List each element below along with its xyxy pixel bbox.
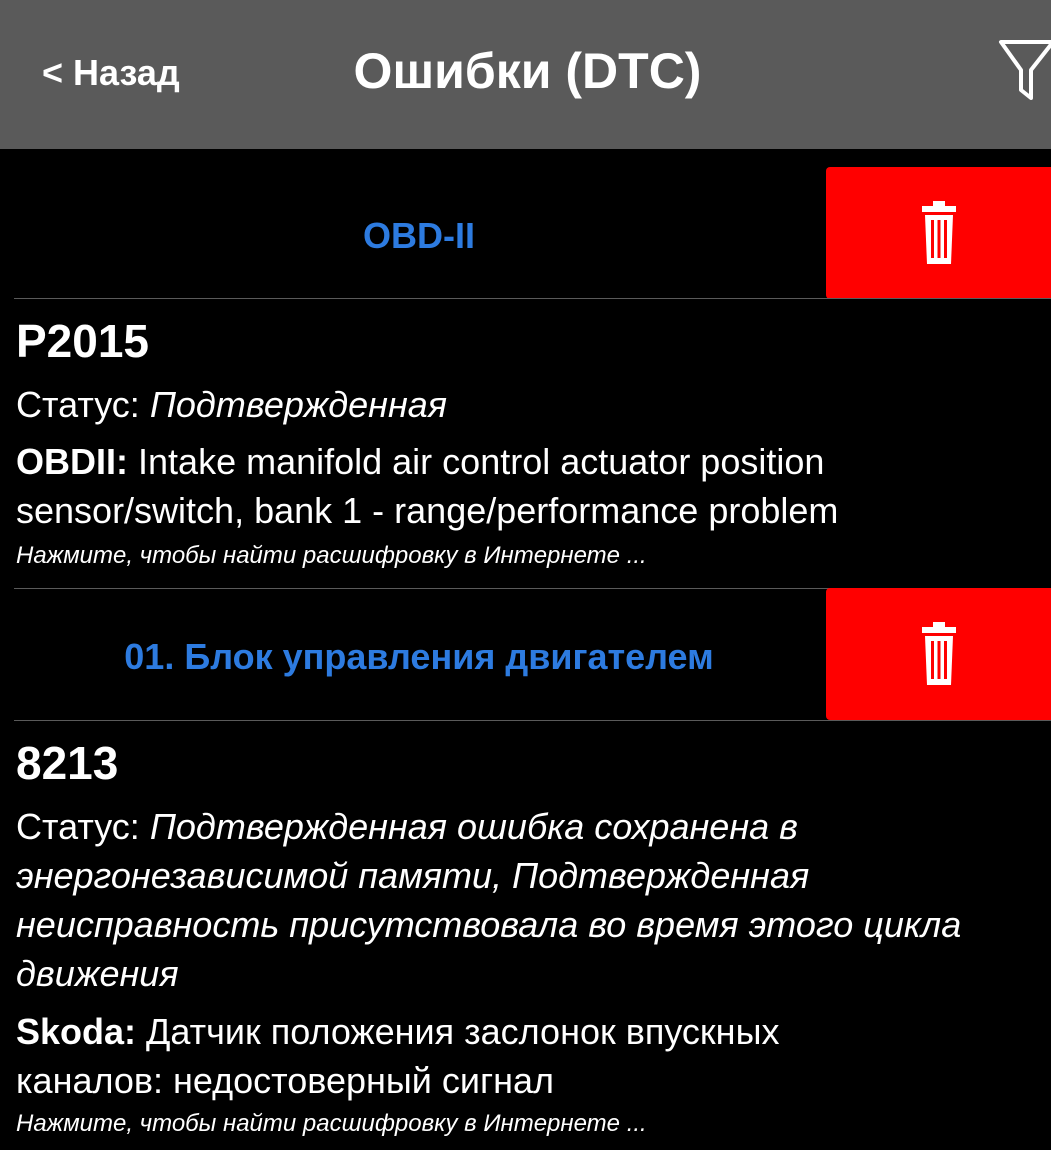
page-title: Ошибки (DTC) bbox=[0, 42, 1051, 100]
status-value: Подтвержденная ошибка сохранена в bbox=[149, 806, 798, 847]
description-line: каналов: недостоверный сигнал bbox=[16, 1060, 555, 1101]
trash-icon bbox=[922, 622, 956, 685]
search-online-hint[interactable]: Нажмите, чтобы найти расшифровку в Интер… bbox=[16, 542, 647, 570]
status-label: Статус: bbox=[16, 384, 140, 425]
delete-button[interactable] bbox=[826, 588, 1051, 720]
description-line: sensor/switch, bank 1 - range/performanc… bbox=[16, 490, 839, 531]
delete-button[interactable] bbox=[826, 167, 1051, 299]
error-code: 8213 bbox=[16, 737, 119, 789]
search-online-hint[interactable]: Нажмите, чтобы найти расшифровку в Интер… bbox=[16, 1110, 647, 1138]
description-line: OBDII: Intake manifold air control actua… bbox=[16, 437, 1046, 486]
filter-icon[interactable] bbox=[997, 38, 1051, 104]
divider bbox=[14, 298, 1051, 299]
section-header-obd2: OBD-II bbox=[0, 167, 1051, 299]
status-value: движения bbox=[16, 953, 179, 994]
status-value: Подтвержденная bbox=[149, 384, 448, 425]
source-label: Skoda: bbox=[16, 1011, 137, 1052]
page-title-text: Ошибки (DTC) bbox=[353, 43, 702, 99]
trash-icon bbox=[922, 201, 956, 264]
error-code: P2015 bbox=[16, 315, 150, 367]
top-bar: < Назад Ошибки (DTC) bbox=[0, 0, 1051, 149]
status-value: энергонезависимой памяти, Подтвержденная bbox=[16, 855, 810, 896]
section-title: 01. Блок управления двигателем bbox=[124, 636, 714, 677]
status-line: Статус: Подтвержденная ошибка сохранена … bbox=[16, 802, 1046, 851]
status-line: неисправность присутствовала во время эт… bbox=[16, 900, 1046, 949]
status-value: неисправность присутствовала во время эт… bbox=[16, 904, 962, 945]
status-line: Статус: Подтвержденная bbox=[16, 380, 1046, 429]
status-line: движения bbox=[16, 949, 1046, 998]
section-title: OBD-II bbox=[363, 215, 475, 256]
description-text: Intake manifold air control actuator pos… bbox=[138, 441, 825, 482]
divider bbox=[14, 720, 1051, 721]
section-header-engine: 01. Блок управления двигателем bbox=[0, 588, 1051, 720]
description-line: Skoda: Датчик положения заслонок впускны… bbox=[16, 1007, 1046, 1056]
status-line: энергонезависимой памяти, Подтвержденная bbox=[16, 851, 1046, 900]
description-text: Датчик положения заслонок впускных bbox=[146, 1011, 780, 1052]
source-label: OBDII: bbox=[16, 441, 128, 482]
status-label: Статус: bbox=[16, 806, 140, 847]
